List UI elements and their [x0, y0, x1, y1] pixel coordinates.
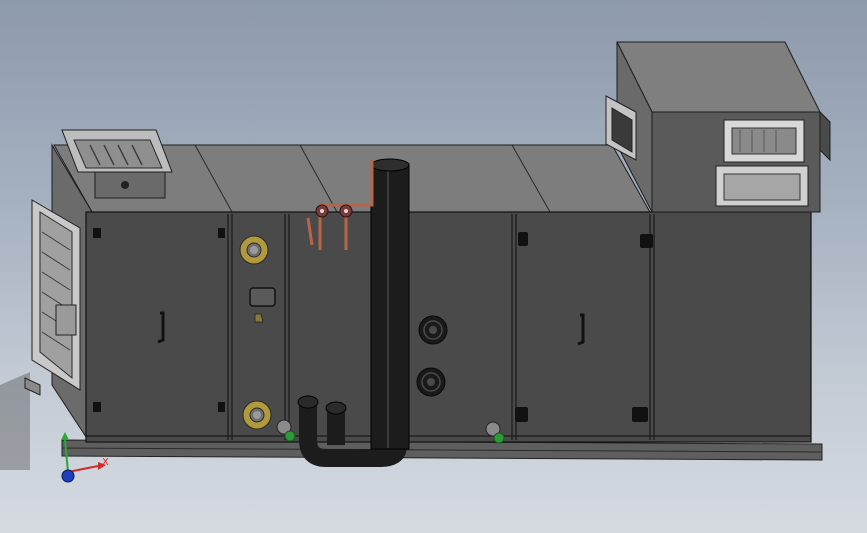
triad-z-axis — [61, 469, 75, 483]
triad-x-axis — [67, 465, 99, 473]
cad-graphics-viewport[interactable]: X — [0, 0, 867, 533]
triad-x-label: X — [102, 457, 109, 468]
triad-y-axis — [64, 439, 69, 473]
coordinate-triad — [61, 432, 106, 483]
